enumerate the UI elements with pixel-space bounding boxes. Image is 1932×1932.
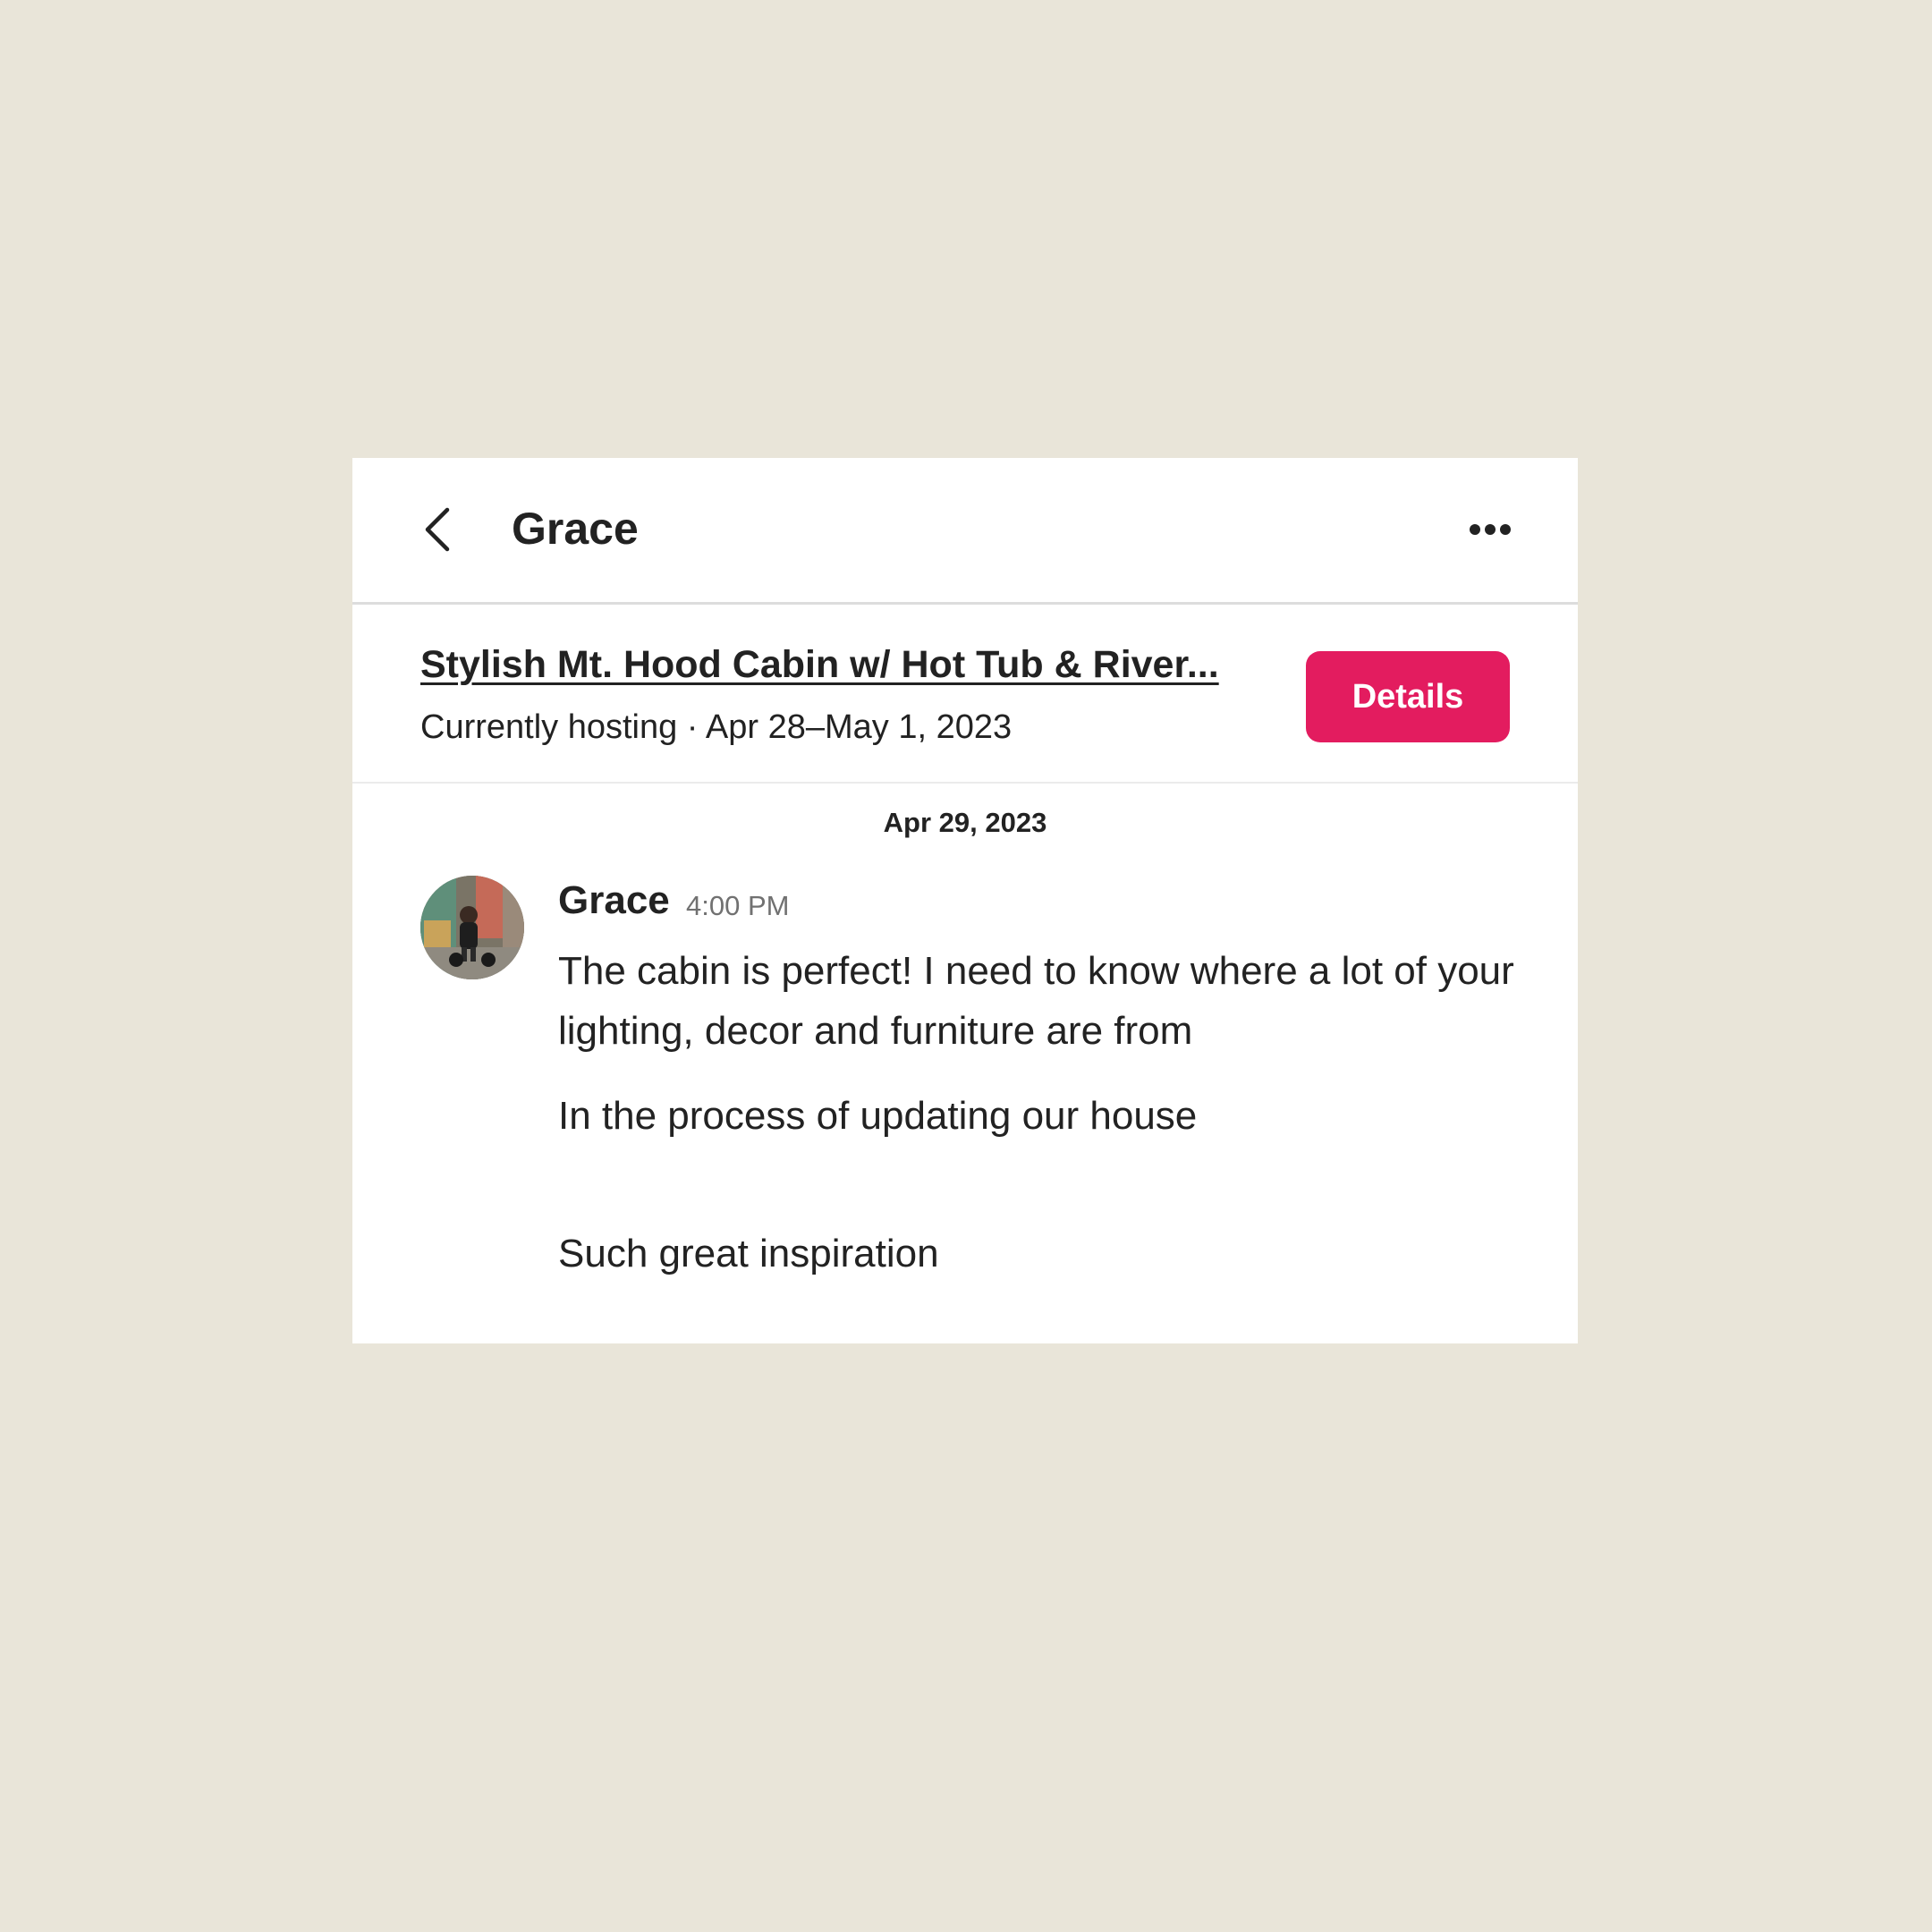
chevron-left-icon: [425, 507, 450, 552]
conversation-title: Grace: [512, 504, 639, 554]
listing-title-link[interactable]: Stylish Mt. Hood Cabin w/ Hot Tub & Rive…: [420, 646, 1219, 684]
reservation-status: Currently hosting · Apr 28–May 1, 2023: [420, 708, 1013, 746]
more-options-button[interactable]: [1463, 512, 1517, 547]
conversation-header: Grace: [352, 458, 1578, 605]
message-text: The cabin is perfect! I need to know whe…: [558, 949, 1514, 1053]
message-text: In the process of updating our house: [558, 1094, 1198, 1138]
message-timestamp: 4:00 PM: [686, 890, 790, 921]
more-horizontal-icon: [1470, 524, 1511, 535]
conversation-panel: Grace Stylish Mt. Hood Cabin w/ Hot Tub …: [352, 458, 1578, 1343]
message-sender: Grace: [558, 878, 670, 922]
avatar-photo: [420, 876, 524, 979]
details-button[interactable]: Details: [1306, 651, 1510, 742]
message-text: Such great inspiration: [558, 1232, 939, 1275]
back-button[interactable]: [411, 503, 465, 556]
reservation-banner: Stylish Mt. Hood Cabin w/ Hot Tub & Rive…: [352, 605, 1578, 784]
date-divider: Apr 29, 2023: [883, 807, 1047, 838]
avatar[interactable]: [420, 876, 524, 979]
